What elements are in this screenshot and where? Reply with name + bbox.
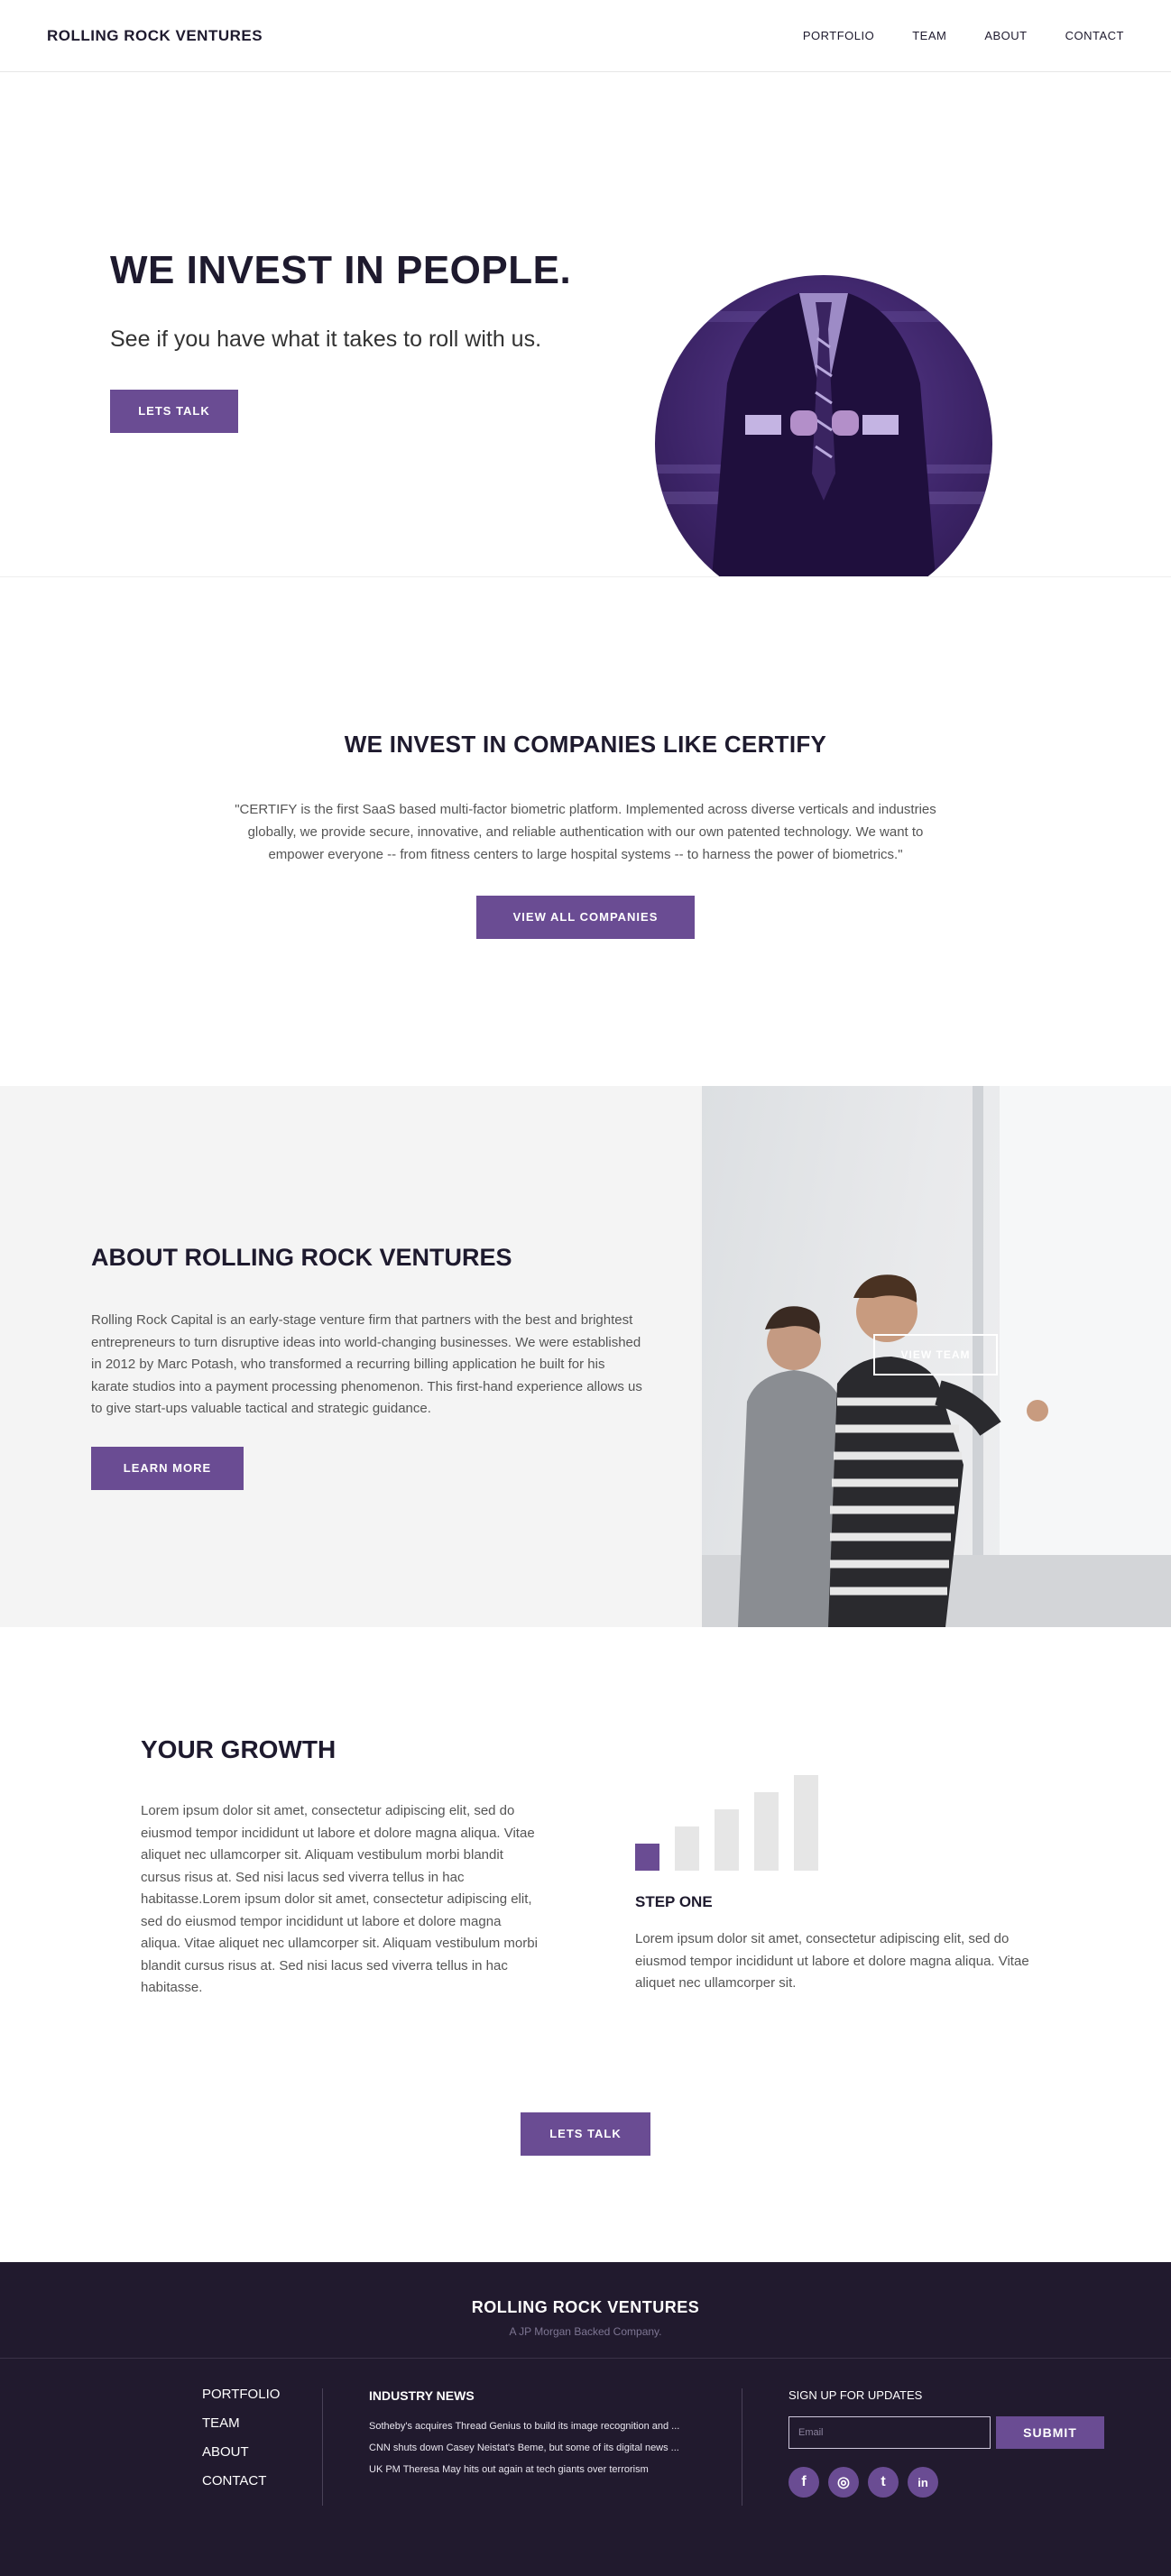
growth-step-bar	[754, 1792, 779, 1871]
companies-title: WE INVEST IN COMPANIES LIKE CERTIFY	[344, 731, 827, 758]
footer-divider	[0, 2358, 1171, 2359]
signup-row: SUBMIT	[788, 2416, 1113, 2449]
news-item[interactable]: Sotheby's acquires Thread Genius to buil…	[369, 2415, 707, 2437]
footer-link-portfolio[interactable]: PORTFOLIO	[202, 2387, 280, 2403]
footer-link-contact[interactable]: CONTACT	[202, 2473, 280, 2489]
view-all-companies-button[interactable]: VIEW ALL COMPANIES	[476, 896, 695, 939]
footer-brand: ROLLING ROCK VENTURES	[471, 2298, 700, 2316]
view-team-button[interactable]: VIEW TEAM	[873, 1334, 998, 1375]
about-section: ABOUT ROLLING ROCK VENTURES Rolling Rock…	[0, 1086, 1171, 1627]
twitter-icon[interactable]: t	[868, 2467, 899, 2498]
top-nav: ROLLING ROCK VENTURES PORTFOLIO TEAM ABO…	[0, 0, 1171, 72]
news-item[interactable]: CNN shuts down Casey Neistat's Beme, but…	[369, 2437, 707, 2459]
brand-logo[interactable]: ROLLING ROCK VENTURES	[47, 27, 263, 45]
signup-form: SIGN UP FOR UPDATES SUBMIT f ◎ tin	[788, 2388, 1113, 2498]
signup-label: SIGN UP FOR UPDATES	[788, 2388, 923, 2402]
nav-link-about[interactable]: ABOUT	[984, 29, 1027, 42]
growth-title: YOUR GROWTH	[141, 1735, 337, 1763]
growth-step-bar	[675, 1826, 699, 1871]
news-item[interactable]: UK PM Theresa May hits out again at tech…	[369, 2459, 707, 2480]
nav-link-contact[interactable]: CONTACT	[1065, 29, 1124, 42]
linkedin-icon[interactable]: in	[908, 2467, 938, 2498]
footer-link-team[interactable]: TEAM	[202, 2415, 280, 2432]
industry-news: INDUSTRY NEWS Sotheby's acquires Thread …	[369, 2388, 707, 2480]
footer-link-about[interactable]: ABOUT	[202, 2444, 280, 2461]
industry-news-title: INDUSTRY NEWS	[369, 2388, 475, 2403]
companies-section: WE INVEST IN COMPANIES LIKE CERTIFY "CER…	[0, 577, 1171, 1086]
hero-portrait-image	[655, 275, 992, 576]
hero-section: WE INVEST IN PEOPLE. See if you have wha…	[0, 72, 1171, 577]
growth-description: Lorem ipsum dolor sit amet, consectetur …	[141, 1803, 538, 1995]
social-links: f ◎ t in	[788, 2467, 1113, 2498]
growth-steps-indicator	[635, 1771, 843, 1871]
footer-column-divider	[322, 2388, 323, 2506]
step-description: Lorem ipsum dolor sit amet, consectetur …	[635, 1931, 1029, 1991]
email-input[interactable]	[788, 2416, 991, 2449]
team-photo: VIEW TEAM	[702, 1086, 1171, 1627]
hero-subtitle: See if you have what it takes to roll wi…	[110, 327, 542, 352]
step-title: STEP ONE	[635, 1893, 713, 1910]
instagram-icon[interactable]: ◎	[828, 2467, 859, 2498]
submit-button[interactable]: SUBMIT	[996, 2416, 1104, 2449]
about-description: Rolling Rock Capital is an early-stage v…	[91, 1312, 642, 1416]
footer-tagline: A JP Morgan Backed Company.	[509, 2325, 662, 2338]
about-title: ABOUT ROLLING ROCK VENTURES	[91, 1244, 512, 1271]
growth-step-bar	[715, 1809, 739, 1871]
footer-nav: PORTFOLIO TEAM ABOUT CONTACT	[202, 2387, 280, 2502]
facebook-icon[interactable]: f	[788, 2467, 819, 2498]
nav-link-portfolio[interactable]: PORTFOLIO	[803, 29, 874, 42]
about-text-panel: ABOUT ROLLING ROCK VENTURES Rolling Rock…	[0, 1086, 702, 1627]
growth-step-bar	[635, 1844, 659, 1871]
footer: ROLLING ROCK VENTURES A JP Morgan Backed…	[0, 2262, 1171, 2576]
growth-section: YOUR GROWTH Lorem ipsum dolor sit amet, …	[0, 1627, 1171, 2262]
businessman-illustration	[655, 293, 992, 576]
nav-links: PORTFOLIO TEAM ABOUT CONTACT	[803, 29, 1124, 42]
nav-link-team[interactable]: TEAM	[912, 29, 946, 42]
companies-description: "CERTIFY is the first SaaS based multi-f…	[235, 802, 936, 862]
growth-step-bar	[794, 1775, 818, 1871]
learn-more-button[interactable]: LEARN MORE	[91, 1447, 244, 1490]
lets-talk-button[interactable]: LETS TALK	[110, 390, 238, 433]
lets-talk-bottom-button[interactable]: LETS TALK	[521, 2112, 650, 2156]
hero-title: WE INVEST IN PEOPLE.	[110, 248, 572, 292]
